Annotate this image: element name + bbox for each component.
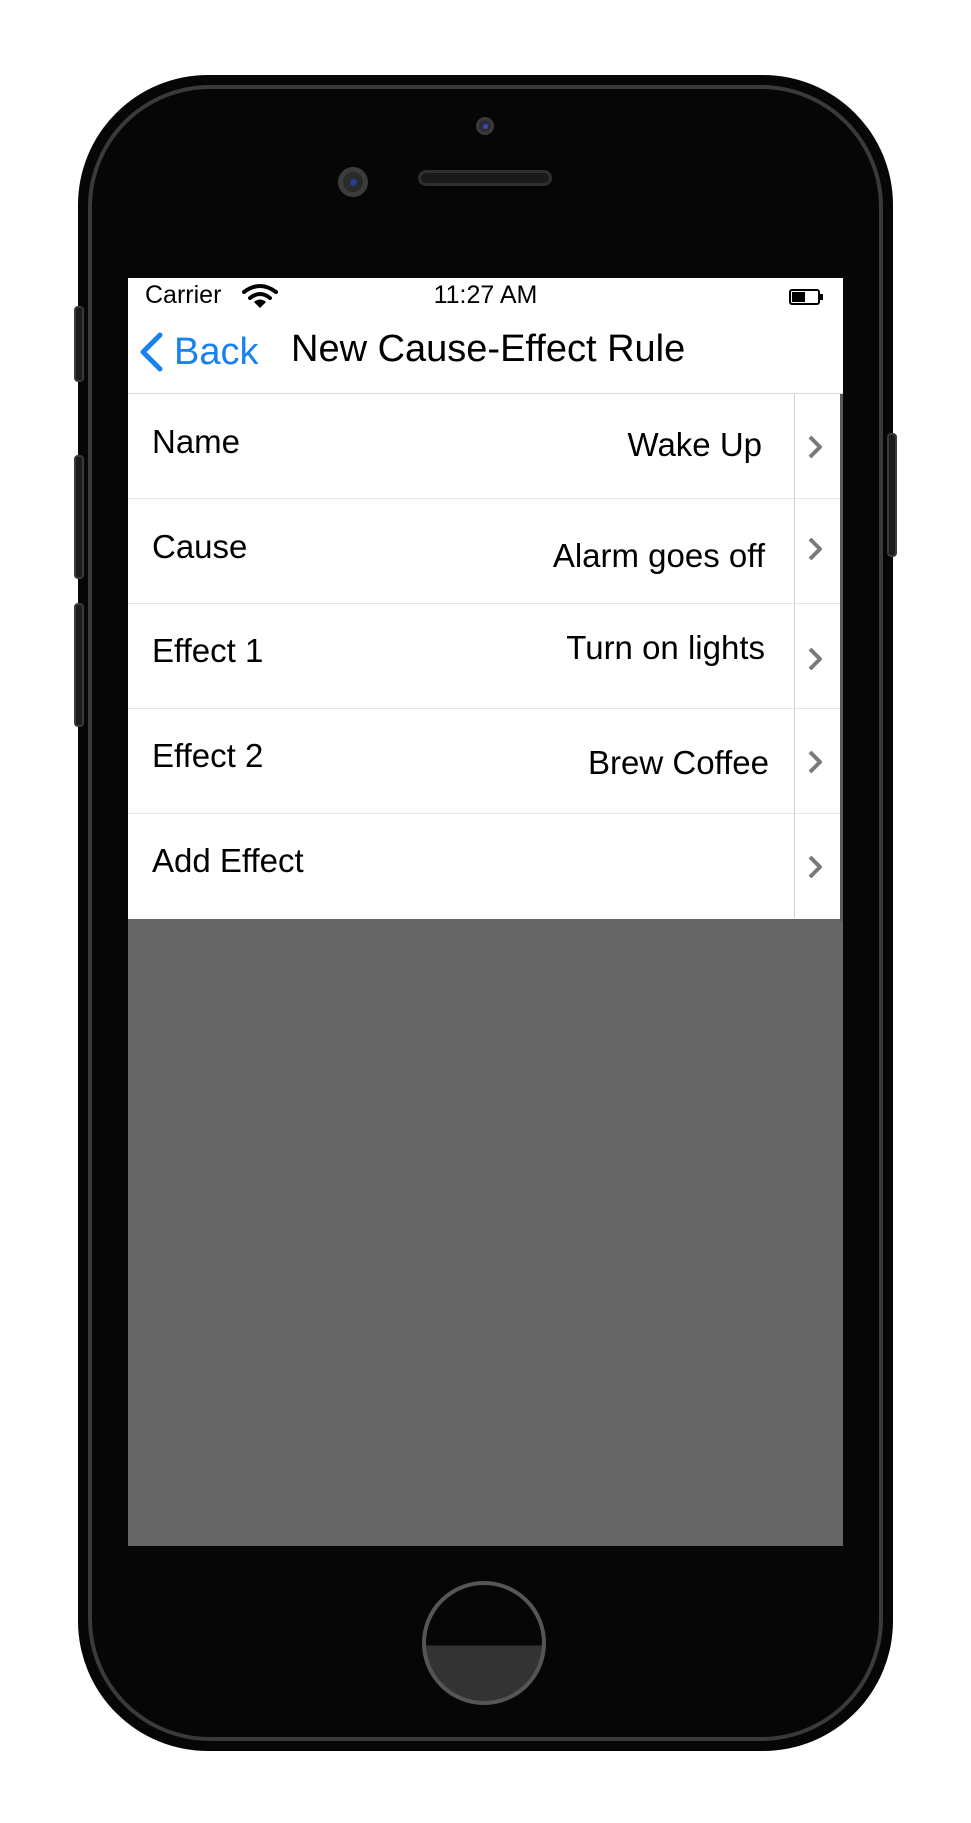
volume-up-button	[74, 455, 84, 579]
power-button	[887, 433, 897, 557]
status-bar: Carrier 11:27 AM	[128, 278, 843, 314]
chevron-right-icon	[808, 750, 822, 774]
row-label: Effect 1	[152, 632, 264, 669]
home-button[interactable]	[422, 1581, 546, 1705]
navigation-bar: Back New Cause-Effect Rule	[128, 314, 843, 394]
add-effect-label: Add Effect	[152, 842, 304, 879]
table-row-effect-1[interactable]: Effect 1 Turn on lights	[128, 604, 841, 709]
table-row-name[interactable]: Name Wake Up	[128, 394, 841, 499]
disclosure-button[interactable]	[794, 604, 841, 708]
chevron-right-icon	[808, 647, 822, 671]
table-row-cause[interactable]: Cause Alarm goes off	[128, 499, 841, 604]
volume-down-button	[74, 603, 84, 727]
back-label: Back	[174, 330, 259, 373]
row-value: Alarm goes off	[552, 537, 765, 574]
disclosure-button[interactable]	[794, 499, 841, 603]
table-row-add-effect[interactable]: Add Effect	[128, 814, 841, 919]
chevron-left-icon	[140, 332, 163, 372]
front-camera	[338, 167, 368, 197]
screen: Carrier 11:27 AM Back New Cause-Effect R…	[128, 278, 843, 1546]
row-label: Cause	[152, 528, 248, 565]
table-row-effect-2[interactable]: Effect 2 Brew Coffee	[128, 709, 841, 814]
mute-switch	[74, 306, 84, 382]
disclosure-button[interactable]	[794, 709, 841, 813]
proximity-sensor	[476, 117, 494, 135]
disclosure-button[interactable]	[794, 814, 841, 918]
row-value: Turn on lights	[566, 629, 765, 666]
back-button[interactable]: Back	[138, 324, 258, 380]
earpiece-speaker	[418, 170, 552, 186]
disclosure-button[interactable]	[794, 394, 841, 498]
row-value: Brew Coffee	[588, 744, 769, 781]
chevron-right-icon	[808, 855, 822, 879]
chevron-right-icon	[808, 435, 822, 459]
row-value: Wake Up	[627, 426, 762, 463]
row-label: Name	[152, 423, 241, 460]
scroll-indicator	[840, 394, 843, 921]
battery-icon	[789, 289, 823, 305]
page-title: New Cause-Effect Rule	[291, 328, 686, 370]
chevron-right-icon	[808, 537, 822, 561]
status-time: 11:27 AM	[433, 281, 538, 309]
row-label: Effect 2	[152, 737, 264, 774]
page: Carrier 11:27 AM Back New Cause-Effect R…	[0, 0, 971, 1823]
rule-table: Name Wake Up Cause Alarm goes off Effect…	[128, 394, 841, 919]
